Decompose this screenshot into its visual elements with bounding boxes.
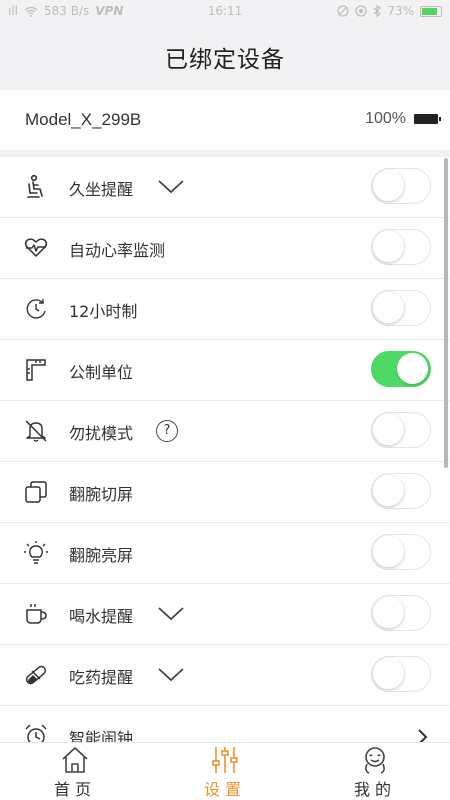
- tab-profile[interactable]: 我的: [300, 743, 450, 800]
- setting-row-medicine: 吃药提醒: [0, 645, 450, 706]
- chevron-down-icon[interactable]: [156, 600, 186, 626]
- tab-label: 我的: [353, 780, 396, 799]
- setting-label: 喝水提醒: [69, 607, 134, 626]
- setting-row-heart-rate: 自动心率监测: [0, 218, 450, 279]
- bluetooth-icon: [373, 5, 382, 17]
- setting-label: 自动心率监测: [69, 241, 166, 260]
- setting-label: 久坐提醒: [69, 180, 134, 199]
- setting-row-wrist-switch: 翻腕切屏: [0, 462, 450, 523]
- heart-rate-toggle[interactable]: [371, 229, 431, 265]
- device-battery: 100%: [365, 110, 441, 128]
- chevron-down-icon[interactable]: [156, 661, 186, 687]
- heart-rate-icon: [24, 238, 48, 257]
- device-battery-icon: [414, 114, 441, 124]
- profile-icon: [365, 747, 385, 774]
- settings-list: 久坐提醒 自动心率监测 12小时制 公制单位 勿扰模式 ? 翻腕切屏 翻腕亮屏 …: [0, 157, 450, 767]
- bottom-tab-bar: 首页 设置 我的: [0, 742, 450, 800]
- rotation-lock-icon: [337, 5, 349, 17]
- hour-format-toggle[interactable]: [371, 290, 431, 326]
- setting-label: 勿扰模式: [69, 424, 134, 443]
- dnd-toggle[interactable]: [371, 412, 431, 448]
- device-name: Model_X_299B: [25, 110, 142, 129]
- sitting-person-icon: [27, 174, 43, 198]
- setting-row-water: 喝水提醒: [0, 584, 450, 645]
- setting-label: 吃药提醒: [69, 668, 134, 687]
- chevron-down-icon[interactable]: [156, 173, 186, 199]
- setting-row-dnd: 勿扰模式 ?: [0, 401, 450, 462]
- status-bar: ıll 583 B/s VPN 16:11 73%: [0, 0, 450, 24]
- lightbulb-icon: [24, 541, 48, 564]
- medicine-reminder-toggle[interactable]: [371, 656, 431, 692]
- setting-label: 翻腕切屏: [69, 485, 134, 504]
- setting-label: 12小时制: [69, 302, 138, 321]
- setting-row-wrist-wake: 翻腕亮屏: [0, 523, 450, 584]
- sedentary-toggle[interactable]: [371, 168, 431, 204]
- clock-12h-icon: [26, 299, 46, 319]
- screen-switch-icon: [25, 481, 47, 503]
- tab-label: 设置: [203, 780, 246, 799]
- status-right: 73%: [337, 4, 442, 18]
- page-header: 已绑定设备: [0, 24, 450, 90]
- scrollbar[interactable]: [444, 158, 448, 468]
- battery-icon: [420, 5, 442, 17]
- setting-row-12h: 12小时制: [0, 279, 450, 340]
- metric-units-toggle[interactable]: [371, 351, 431, 387]
- sliders-icon: [212, 747, 238, 773]
- device-battery-percent: 100%: [365, 110, 406, 127]
- page-title: 已绑定设备: [165, 47, 285, 73]
- setting-label: 翻腕亮屏: [69, 546, 134, 565]
- water-reminder-toggle[interactable]: [371, 595, 431, 631]
- pill-icon: [25, 665, 47, 685]
- home-icon: [62, 747, 88, 773]
- cup-icon: [26, 604, 47, 624]
- setting-label: 公制单位: [69, 363, 134, 382]
- setting-row-sedentary: 久坐提醒: [0, 157, 450, 218]
- ruler-icon: [26, 359, 46, 381]
- wrist-switch-toggle[interactable]: [371, 473, 431, 509]
- section-divider: [0, 150, 450, 157]
- location-icon: [355, 5, 367, 17]
- battery-percent: 73%: [387, 4, 414, 18]
- device-row[interactable]: Model_X_299B 100%: [0, 90, 450, 150]
- tab-label: 首页: [53, 780, 96, 799]
- bell-off-icon: [25, 420, 47, 442]
- setting-row-metric: 公制单位: [0, 340, 450, 401]
- tab-settings[interactable]: 设置: [150, 743, 300, 800]
- wrist-wake-toggle[interactable]: [371, 534, 431, 570]
- tab-home[interactable]: 首页: [0, 743, 150, 800]
- help-button[interactable]: ?: [156, 420, 178, 442]
